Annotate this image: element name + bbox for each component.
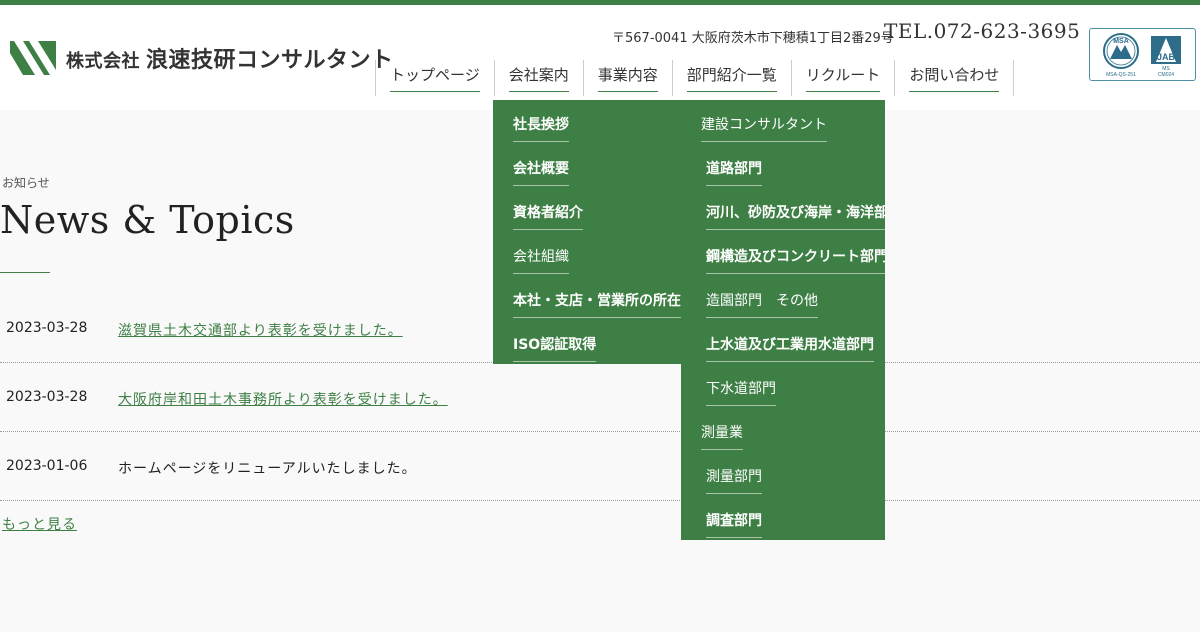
submenu-qualified-staff-label: 資格者紹介 — [513, 202, 583, 230]
logo-mark-icon — [10, 41, 56, 75]
submenu-sewer[interactable]: 下水道部門 — [706, 378, 776, 406]
nav-company-label: 会社案内 — [508, 64, 569, 92]
jab-label: JAB — [1157, 52, 1176, 62]
news-title: News & Topics — [0, 198, 295, 242]
submenu-surveying-business[interactable]: 測量業 — [701, 422, 743, 450]
news-item: 2023-03-28 大阪府岸和田土木事務所より表彰を受けました。 — [0, 363, 1200, 432]
submenu-road[interactable]: 道路部門 — [706, 158, 762, 186]
company-logo[interactable]: 株式会社 浪速技研コンサルタント — [10, 41, 394, 75]
nav-departments[interactable]: 部門紹介一覧 — [673, 60, 792, 96]
title-underline — [0, 272, 50, 273]
submenu-surveying-business-label: 測量業 — [701, 422, 743, 450]
news-link[interactable]: 大阪府岸和田土木事務所より表彰を受けました。 — [118, 389, 448, 409]
global-nav: トップページ 会社案内 事業内容 部門紹介一覧 リクルート お問い合わせ — [375, 60, 1015, 96]
nav-business[interactable]: 事業内容 — [584, 60, 673, 96]
nav-recruit[interactable]: リクルート — [792, 60, 896, 96]
company-tel[interactable]: TEL.072-623-3695 — [884, 19, 1080, 43]
submenu-greeting[interactable]: 社長挨拶 — [513, 114, 569, 142]
msa-code: MSA-QS-251 — [1106, 72, 1136, 78]
news-date: 2023-03-28 — [6, 389, 88, 405]
news-subtitle: お知らせ — [2, 176, 50, 190]
iso-certification-badge: MSA MSA-QS-251 JAB MS CM024 — [1089, 28, 1196, 81]
submenu-steel-concrete[interactable]: 鋼構造及びコンクリート部門 — [706, 246, 885, 274]
nav-top[interactable]: トップページ — [376, 60, 495, 96]
company-address: 〒567-0041 大阪府茨木市下穂積1丁目2番29号 — [612, 31, 894, 46]
site-header: 株式会社 浪速技研コンサルタント 〒567-0041 大阪府茨木市下穂積1丁目2番… — [0, 5, 1200, 110]
submenu-organization[interactable]: 会社組織 — [513, 246, 569, 274]
nav-contact[interactable]: お問い合わせ — [895, 60, 1015, 96]
submenu-surveying-label: 測量部門 — [706, 466, 762, 494]
submenu-construction-consultant[interactable]: 建設コンサルタント — [701, 114, 827, 142]
jab-code: CM024 — [1158, 72, 1174, 78]
msa-label: MSA — [1113, 38, 1129, 45]
more-news-link[interactable]: もっと見る — [2, 514, 77, 534]
submenu-locations[interactable]: 本社・支店・営業所の所在地 — [513, 290, 681, 318]
submenu-sewer-label: 下水道部門 — [706, 378, 776, 406]
submenu-overview[interactable]: 会社概要 — [513, 158, 569, 186]
news-date: 2023-03-28 — [6, 320, 88, 336]
submenu-construction-consultant-label: 建設コンサルタント — [701, 114, 827, 142]
submenu-locations-label: 本社・支店・営業所の所在地 — [513, 290, 681, 318]
company-name: 株式会社 浪速技研コンサルタント — [66, 42, 394, 74]
news-item: 2023-01-06 ホームページをリニューアルいたしました。 — [0, 432, 1200, 501]
submenu-river[interactable]: 河川、砂防及び海岸・海洋部門 — [706, 202, 885, 230]
news-link[interactable]: 滋賀県土木交通部より表彰を受けました。 — [118, 320, 403, 340]
nav-business-label: 事業内容 — [597, 64, 658, 92]
submenu-investigation[interactable]: 調査部門 — [706, 510, 762, 538]
submenu-road-label: 道路部門 — [706, 158, 762, 186]
submenu-water-supply[interactable]: 上水道及び工業用水道部門 — [706, 334, 874, 362]
submenu-surveying[interactable]: 測量部門 — [706, 466, 762, 494]
company-name-main: 浪速技研コンサルタント — [146, 48, 394, 73]
departments-dropdown-menu: 建設コンサルタント 道路部門 河川、砂防及び海岸・海洋部門 鋼構造及びコンクリー… — [681, 100, 885, 540]
nav-contact-label: お問い合わせ — [909, 64, 1000, 92]
submenu-overview-label: 会社概要 — [513, 158, 569, 186]
submenu-steel-concrete-label: 鋼構造及びコンクリート部門 — [706, 246, 885, 274]
submenu-river-label: 河川、砂防及び海岸・海洋部門 — [706, 202, 885, 230]
news-text: ホームページをリニューアルいたしました。 — [118, 461, 417, 477]
submenu-qualified-staff[interactable]: 資格者紹介 — [513, 202, 583, 230]
news-date: 2023-01-06 — [6, 458, 88, 474]
certification-marks-icon: MSA MSA-QS-251 JAB MS CM024 — [1103, 33, 1181, 78]
submenu-water-supply-label: 上水道及び工業用水道部門 — [706, 334, 874, 362]
submenu-organization-label: 会社組織 — [513, 246, 569, 274]
submenu-greeting-label: 社長挨拶 — [513, 114, 569, 142]
submenu-iso-label: ISO認証取得 — [513, 334, 597, 362]
nav-recruit-label: リクルート — [805, 64, 881, 92]
company-name-prefix: 株式会社 — [66, 51, 140, 72]
submenu-landscape[interactable]: 造園部門 その他 — [706, 290, 818, 318]
submenu-iso[interactable]: ISO認証取得 — [513, 334, 597, 362]
submenu-investigation-label: 調査部門 — [706, 510, 762, 538]
nav-company[interactable]: 会社案内 — [495, 60, 584, 96]
nav-departments-label: 部門紹介一覧 — [686, 64, 777, 92]
nav-top-label: トップページ — [390, 64, 480, 92]
company-dropdown-menu: 社長挨拶 会社概要 資格者紹介 会社組織 本社・支店・営業所の所在地 ISO認証… — [493, 100, 681, 364]
submenu-landscape-label: 造園部門 その他 — [706, 290, 818, 318]
